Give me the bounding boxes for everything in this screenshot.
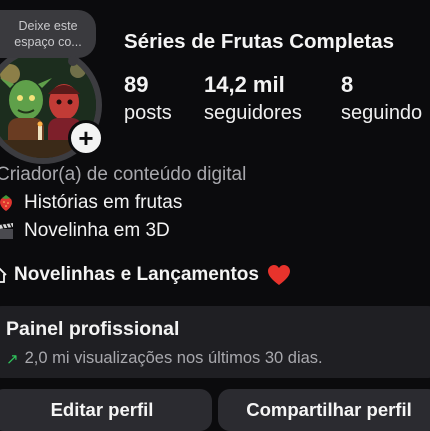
stat-followers-label: seguidores (204, 102, 302, 124)
note-line-1: Deixe este (18, 19, 78, 33)
profile-note-bubble[interactable]: Deixe este espaço co... (0, 10, 96, 58)
edit-profile-button[interactable]: Editar perfil (0, 389, 212, 431)
highlight-text: Novelinhas e Lançamentos (14, 264, 259, 285)
share-profile-label: Compartilhar perfil (246, 399, 412, 420)
panel-title: Painel profissional (6, 318, 180, 340)
note-line-2: espaço co... (14, 35, 82, 49)
profile-name: Séries de Frutas Completas (124, 30, 395, 53)
stat-followers-value: 14,2 mil (204, 72, 285, 97)
bio-line-text: Novelinha em 3D (24, 220, 170, 241)
bio-category: Criador(a) de conteúdo digital (0, 164, 247, 185)
stat-following-label: seguindo (341, 102, 423, 124)
bio-line-text: Histórias em frutas (24, 192, 183, 213)
stat-following-value: 8 (341, 72, 354, 97)
red-heart-icon (267, 264, 291, 286)
stat-followers[interactable]: 14,2 mil seguidores (204, 72, 302, 128)
strawberry-icon (0, 194, 14, 212)
professional-dashboard[interactable]: Painel profissional ↗ 2,0 mi visualizaçõ… (0, 306, 430, 378)
stat-following[interactable]: 8 seguindo (341, 72, 422, 128)
note-bubble-tail (68, 56, 78, 66)
stat-posts-label: posts (124, 102, 172, 124)
share-profile-button[interactable]: Compartilhar perfil (218, 389, 430, 431)
bio-highlight: Novelinhas e Lançamentos (0, 264, 291, 286)
stat-posts-value: 89 (124, 72, 149, 97)
bio-line-fruits: Histórias em frutas (0, 192, 182, 214)
panel-subtitle: ↗ 2,0 mi visualizações nos últimos 30 di… (6, 349, 323, 368)
panel-subtitle-text: 2,0 mi visualizações nos últimos 30 dias… (24, 349, 323, 367)
edit-profile-label: Editar perfil (50, 399, 154, 420)
house-icon (0, 266, 8, 284)
clapperboard-icon (0, 222, 14, 240)
stat-posts[interactable]: 89 posts (124, 72, 172, 128)
add-story-button[interactable]: + (68, 120, 104, 156)
trend-up-icon: ↗ (6, 350, 19, 368)
bio-line-novelinha: Novelinha em 3D (0, 220, 170, 242)
